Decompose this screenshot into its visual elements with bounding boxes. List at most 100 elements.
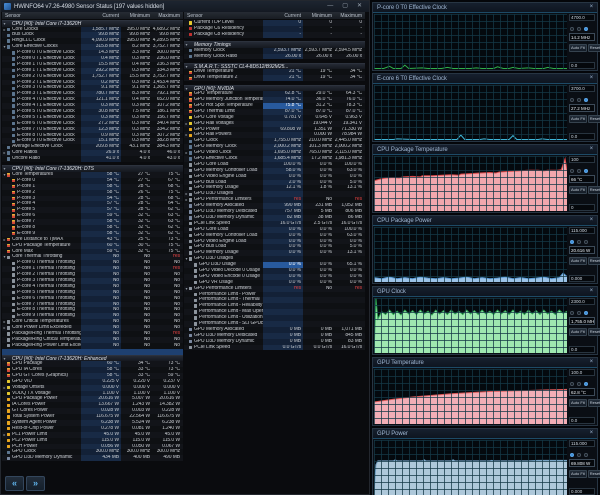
graph-titlebar[interactable]: GPU Temperature × bbox=[373, 358, 597, 368]
sensor-row[interactable]: Drive Temperature 2 21 °C 19 °C 34 °C bbox=[184, 75, 365, 82]
sensor-row[interactable]: Package C8 Residency - - - bbox=[184, 31, 365, 38]
sensor-name: Package/Ring Power Limit Exceeded bbox=[12, 342, 81, 348]
value-minimum: 19 °C bbox=[319, 75, 332, 81]
reset-button[interactable]: Reset bbox=[587, 257, 600, 265]
reset-button[interactable]: Reset bbox=[587, 399, 600, 407]
color-radio-0[interactable] bbox=[570, 453, 574, 457]
close-icon[interactable]: × bbox=[590, 3, 594, 12]
color-radio-1[interactable] bbox=[577, 27, 581, 31]
color-radio-2[interactable] bbox=[584, 382, 588, 386]
graph-title: CPU Package Power bbox=[377, 217, 432, 224]
auto-fit-button[interactable]: Auto Fit bbox=[569, 186, 587, 194]
reset-button[interactable]: Reset bbox=[587, 44, 600, 52]
scale-min-box[interactable]: 0.0 bbox=[569, 346, 595, 353]
scale-min-box[interactable]: 0 bbox=[569, 204, 595, 211]
maximize-icon[interactable]: ▢ bbox=[342, 1, 348, 12]
current-value-box: 14.2 MHz bbox=[569, 33, 595, 41]
scale-max-box[interactable]: 2300.0 bbox=[569, 298, 595, 305]
scale-max-box[interactable]: 4700.0 bbox=[569, 14, 595, 21]
reset-button[interactable]: Reset bbox=[587, 115, 600, 123]
graph-window-3: CPU Package Power × 115.000 20.616 W Auto Fi… bbox=[372, 215, 600, 284]
column-header-minimum[interactable]: Minimum bbox=[121, 12, 152, 19]
graph-titlebar[interactable]: E-core 6 T0 Effective Clock × bbox=[373, 74, 597, 84]
reset-button[interactable]: Reset bbox=[587, 470, 600, 478]
color-radio-0[interactable] bbox=[570, 169, 574, 173]
graph-title: GPU Clock bbox=[377, 288, 406, 295]
close-icon[interactable]: × bbox=[590, 429, 594, 438]
value-maximum: 490 MB bbox=[163, 455, 180, 461]
sensor-row[interactable]: GPU D3D Memory Dynamic 434 MB 400 MB 490 MB bbox=[2, 455, 183, 462]
close-icon[interactable]: × bbox=[590, 216, 594, 225]
auto-fit-button[interactable]: Auto Fit bbox=[569, 399, 587, 407]
reset-button[interactable]: Reset bbox=[587, 328, 600, 336]
color-radio-1[interactable] bbox=[577, 240, 581, 244]
value-minimum: 400 MB bbox=[133, 455, 150, 461]
close-icon[interactable]: ✕ bbox=[357, 1, 362, 12]
current-value-box: 1,755.0 MHz bbox=[569, 317, 595, 325]
sensor-type-icon-mem bbox=[7, 455, 12, 461]
close-icon[interactable]: × bbox=[590, 145, 594, 154]
color-radio-0[interactable] bbox=[570, 27, 574, 31]
auto-fit-button[interactable]: Auto Fit bbox=[569, 115, 587, 123]
graph-side-panel: 100.0 62.8 °C Auto Fit Reset 0.0 bbox=[567, 368, 600, 425]
window-titlebar[interactable]: HWiNFO64 v7.26-4980 Sensor Status [197 v… bbox=[1, 1, 369, 12]
auto-fit-button[interactable]: Auto Fit bbox=[569, 470, 587, 478]
sensor-row[interactable]: Memory Clock Ratio 26.00 x 26.00 x 26.00 x bbox=[184, 53, 365, 60]
current-value-box: 62.8 °C bbox=[569, 388, 595, 396]
auto-fit-button[interactable]: Auto Fit bbox=[569, 257, 587, 265]
column-header-maximum[interactable]: Maximum bbox=[152, 12, 183, 19]
color-radio-2[interactable] bbox=[584, 169, 588, 173]
color-radio-0[interactable] bbox=[570, 240, 574, 244]
column-header-current[interactable]: Current bbox=[81, 12, 121, 19]
sensor-row[interactable]: Package/Ring Power Limit ExceededNoNoNo bbox=[2, 342, 183, 349]
color-radio-1[interactable] bbox=[577, 169, 581, 173]
hwinfo-sensor-window: HWiNFO64 v7.26-4980 Sensor Status [197 v… bbox=[0, 0, 370, 495]
sensor-name: PCIe Link Speed bbox=[194, 344, 231, 350]
scale-min-box[interactable]: 0.000 bbox=[569, 488, 595, 495]
color-radio-1[interactable] bbox=[577, 382, 581, 386]
graph-titlebar[interactable]: GPU Power × bbox=[373, 429, 597, 439]
close-icon[interactable]: × bbox=[590, 287, 594, 296]
color-radio-1[interactable] bbox=[577, 311, 581, 315]
column-header-current[interactable]: Current bbox=[263, 12, 303, 19]
color-radio-2[interactable] bbox=[584, 453, 588, 457]
auto-fit-button[interactable]: Auto Fit bbox=[569, 328, 587, 336]
close-icon[interactable]: × bbox=[590, 74, 594, 83]
color-radio-2[interactable] bbox=[584, 240, 588, 244]
graph-titlebar[interactable]: P-core 0 T0 Effective Clock × bbox=[373, 3, 597, 13]
color-radio-0[interactable] bbox=[570, 382, 574, 386]
scale-max-box[interactable]: 100 bbox=[569, 156, 595, 163]
graph-title: GPU Temperature bbox=[377, 359, 424, 366]
sensor-row[interactable]: Uncore Ratio 41.0 x 4.0 x 43.0 x bbox=[2, 156, 183, 162]
column-header-sensor[interactable]: Sensor bbox=[2, 12, 81, 19]
scale-min-box[interactable]: 0.0 bbox=[569, 133, 595, 140]
color-radio-1[interactable] bbox=[577, 453, 581, 457]
color-radio-0[interactable] bbox=[570, 311, 574, 315]
column-header-sensor[interactable]: Sensor bbox=[184, 12, 263, 19]
toolbar-arrows-button-0[interactable]: « bbox=[5, 476, 24, 491]
graph-titlebar[interactable]: GPU Clock × bbox=[373, 287, 597, 297]
color-radio-2[interactable] bbox=[584, 27, 588, 31]
column-header-maximum[interactable]: Maximum bbox=[334, 12, 365, 19]
sensor-row[interactable]: PCIe Link Speed 0.0 GT/s 0.0 GT/s 16.0 GT/s bbox=[184, 344, 365, 351]
scale-max-box[interactable]: 100.0 bbox=[569, 369, 595, 376]
color-radio-1[interactable] bbox=[577, 98, 581, 102]
close-icon[interactable]: × bbox=[590, 358, 594, 367]
color-radio-0[interactable] bbox=[570, 98, 574, 102]
scale-max-box[interactable]: 3700.0 bbox=[569, 85, 595, 92]
color-radio-2[interactable] bbox=[584, 311, 588, 315]
value-maximum: 43.0 x bbox=[166, 156, 180, 162]
graph-titlebar[interactable]: CPU Package Power × bbox=[373, 216, 597, 226]
column-header-minimum[interactable]: Minimum bbox=[303, 12, 334, 19]
auto-fit-button[interactable]: Auto Fit bbox=[569, 44, 587, 52]
graph-titlebar[interactable]: CPU Package Temperature × bbox=[373, 145, 597, 155]
reset-button[interactable]: Reset bbox=[587, 186, 600, 194]
scale-min-box[interactable]: 0.0 bbox=[569, 417, 595, 424]
scale-min-box[interactable]: 0.0 bbox=[569, 62, 595, 69]
scale-max-box[interactable]: 115.000 bbox=[569, 440, 595, 447]
color-radio-2[interactable] bbox=[584, 98, 588, 102]
scale-max-box[interactable]: 115.000 bbox=[569, 227, 595, 234]
scale-min-box[interactable]: 0.000 bbox=[569, 275, 595, 282]
toolbar-arrows-button-1[interactable]: » bbox=[26, 476, 45, 491]
minimize-icon[interactable]: — bbox=[327, 1, 333, 12]
